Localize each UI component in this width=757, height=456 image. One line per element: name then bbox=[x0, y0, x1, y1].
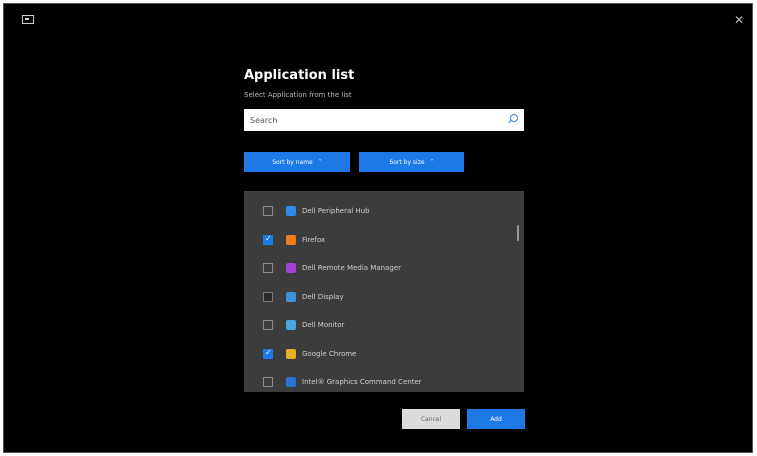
sort-by-name-button[interactable]: Sort by name ˅ bbox=[244, 152, 350, 172]
app-purple-icon bbox=[286, 263, 296, 273]
list-item[interactable]: Firefox bbox=[244, 230, 514, 250]
app-blue-icon bbox=[286, 206, 296, 216]
list-item[interactable]: Google Chrome bbox=[244, 344, 514, 364]
cancel-button[interactable]: Cancel bbox=[402, 409, 460, 429]
chevron-down-icon: ˅ bbox=[318, 158, 322, 166]
list-item-label: Intel® Graphics Command Center bbox=[302, 378, 422, 386]
checkbox[interactable] bbox=[263, 263, 273, 273]
app-window: ✕ Application list Select Application fr… bbox=[3, 3, 753, 453]
application-list[interactable]: Dell Peripheral Hub Firefox Dell Remote Me… bbox=[244, 191, 524, 392]
dialog-title: Application list bbox=[244, 68, 355, 83]
close-icon[interactable]: ✕ bbox=[734, 14, 744, 26]
checkbox-checked[interactable] bbox=[263, 234, 273, 245]
chevron-down-icon: ˅ bbox=[430, 158, 434, 166]
list-item-label: Dell Peripheral Hub bbox=[302, 207, 370, 215]
list-item-label: Dell Display bbox=[302, 292, 344, 301]
search-icon[interactable] bbox=[510, 114, 518, 122]
sort-by-size-button[interactable]: Sort by size ˅ bbox=[359, 152, 464, 172]
app-lightblue-icon bbox=[286, 291, 296, 302]
list-item[interactable]: Dell Display bbox=[244, 287, 514, 307]
list-item[interactable]: Dell Remote Media Manager bbox=[244, 258, 514, 278]
app-logo-icon bbox=[22, 15, 34, 24]
add-button[interactable]: Add bbox=[467, 409, 525, 429]
list-item-label: Google Chrome bbox=[302, 349, 357, 358]
chrome-icon bbox=[286, 348, 296, 359]
list-item[interactable]: Dell Monitor bbox=[244, 315, 514, 335]
list-item-label: Firefox bbox=[302, 235, 326, 244]
firefox-icon bbox=[286, 234, 296, 245]
sort-by-size-label: Sort by size bbox=[389, 158, 425, 166]
checkbox[interactable] bbox=[263, 320, 273, 330]
checkbox[interactable] bbox=[263, 291, 273, 302]
app-cyan-icon bbox=[286, 320, 296, 330]
checkbox[interactable] bbox=[263, 206, 273, 216]
dialog-subtitle: Select Application from the list bbox=[244, 91, 352, 99]
checkbox-checked[interactable] bbox=[263, 348, 273, 359]
sort-by-name-label: Sort by name bbox=[272, 158, 313, 166]
app-intel-icon bbox=[286, 377, 296, 387]
search-input[interactable] bbox=[248, 114, 502, 126]
list-item[interactable]: Intel® Graphics Command Center bbox=[244, 372, 514, 392]
list-scrollbar[interactable] bbox=[517, 225, 519, 241]
list-item[interactable]: Dell Peripheral Hub bbox=[244, 201, 514, 221]
search-box[interactable] bbox=[244, 109, 524, 131]
list-item-label: Dell Monitor bbox=[302, 321, 345, 329]
checkbox[interactable] bbox=[263, 377, 273, 387]
list-item-label: Dell Remote Media Manager bbox=[302, 264, 401, 272]
